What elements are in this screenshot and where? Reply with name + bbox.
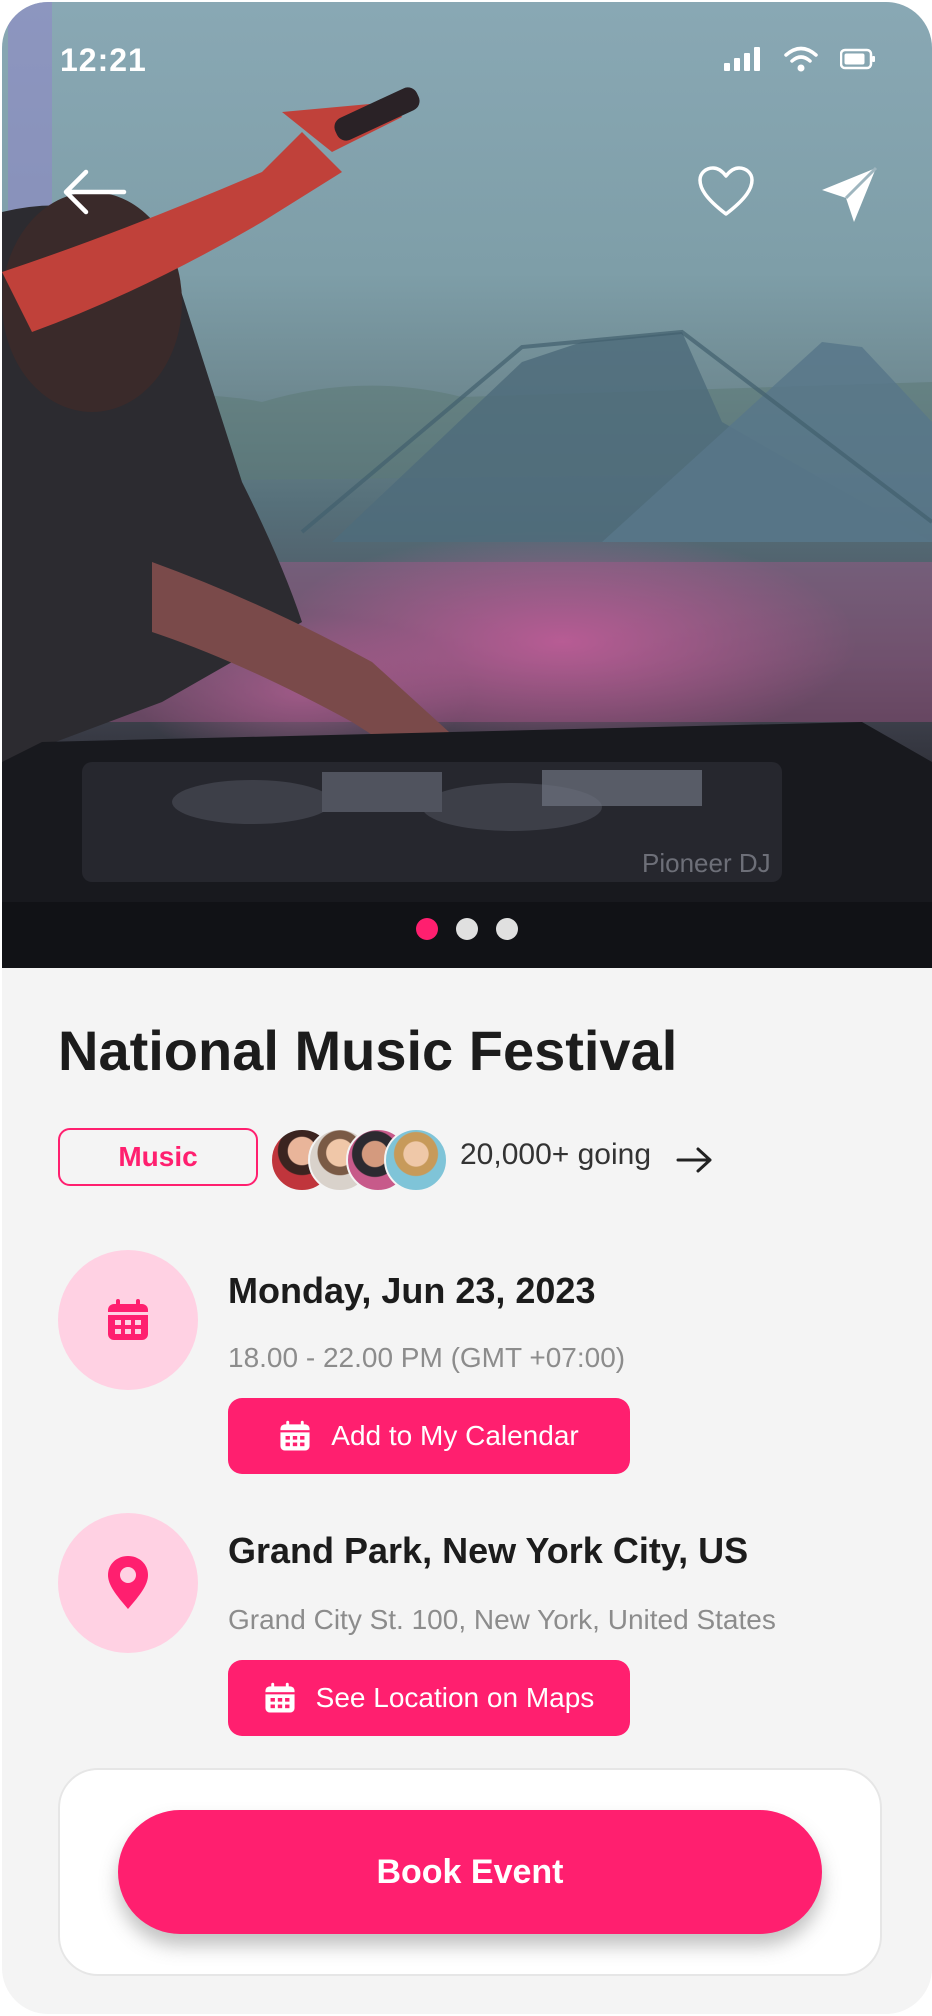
signal-icon <box>724 47 760 71</box>
battery-icon <box>840 48 875 70</box>
category-tag[interactable]: Music <box>58 1128 258 1186</box>
event-date: Monday, Jun 23, 2023 <box>228 1270 596 1311</box>
carousel-dot-active[interactable] <box>416 918 438 940</box>
status-time: 12:21 <box>60 42 147 78</box>
venue-address: Grand City St. 100, New York, United Sta… <box>228 1604 776 1635</box>
arrow-right-icon <box>676 1147 712 1173</box>
map-pin-icon <box>108 1556 148 1609</box>
event-hero-image[interactable]: Pioneer DJ 12:21 <box>2 2 932 968</box>
avatar <box>384 1128 448 1192</box>
calendar-icon <box>108 1299 148 1340</box>
calendar-icon <box>280 1420 310 1451</box>
phone-screen: Pioneer DJ 12:21 National Music Festival… <box>2 2 932 2014</box>
add-to-calendar-label: Add to My Calendar <box>331 1420 579 1451</box>
attendee-count[interactable]: 20,000+ going <box>460 1138 651 1172</box>
favorite-button[interactable] <box>697 166 755 223</box>
carousel-dot[interactable] <box>496 918 518 940</box>
status-bar: 12:21 <box>2 2 932 122</box>
pioneer-logo: Pioneer DJ <box>642 848 771 878</box>
date-icon-badge <box>58 1250 198 1390</box>
add-to-calendar-button[interactable]: Add to My Calendar <box>228 1398 630 1474</box>
event-title: National Music Festival <box>58 1019 678 1082</box>
see-location-label: See Location on Maps <box>315 1682 595 1713</box>
status-icons <box>724 46 876 72</box>
festival-scene-illustration: Pioneer DJ <box>2 2 932 968</box>
location-icon-badge <box>58 1513 198 1653</box>
attendee-avatars[interactable] <box>270 1128 448 1192</box>
event-time: 18.00 - 22.00 PM (GMT +07:00) <box>228 1342 626 1373</box>
carousel-dot[interactable] <box>456 918 478 940</box>
arrow-left-icon <box>63 169 127 215</box>
attendees-link[interactable] <box>676 1146 714 1179</box>
calendar-icon <box>265 1682 295 1713</box>
booking-panel: Book Event <box>58 1768 882 1976</box>
carousel-indicator <box>2 918 932 940</box>
share-button[interactable] <box>820 166 878 229</box>
venue-name: Grand Park, New York City, US <box>228 1530 749 1571</box>
back-button[interactable] <box>60 168 128 221</box>
wifi-icon <box>784 46 818 72</box>
heart-icon <box>698 166 754 216</box>
see-location-button[interactable]: See Location on Maps <box>228 1660 630 1736</box>
send-icon <box>822 166 878 222</box>
book-event-button[interactable]: Book Event <box>118 1810 822 1934</box>
